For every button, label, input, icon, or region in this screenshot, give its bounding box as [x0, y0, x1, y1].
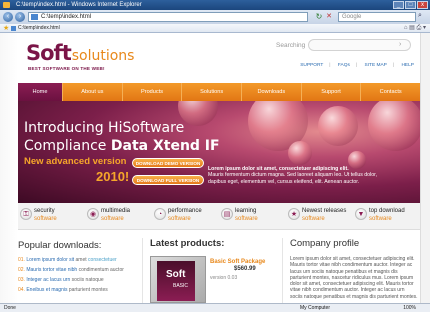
page-content: Softsolutions BEST SOFTWARE ON THE WEB! … — [0, 33, 430, 303]
company-heading: Company profile — [290, 238, 360, 249]
window-title: C:\temp\index.html - Windows Internet Ex… — [16, 2, 142, 8]
download-icon: ▼ — [355, 208, 367, 220]
latest-heading: Latest products: — [150, 238, 225, 249]
logo-main: Soft — [26, 41, 72, 65]
tab-page-icon — [11, 26, 16, 31]
address-bar[interactable]: C:\temp\index.html — [28, 12, 308, 22]
bubble-decoration — [288, 141, 312, 165]
bubble-decoration — [318, 106, 358, 146]
product-box-image[interactable]: Soft BASIC — [150, 256, 206, 303]
link-help[interactable]: HELP — [401, 63, 414, 68]
tab-bar: ★ C:\temp\index.html ⌂ ▤ ⎙ ▾ — [0, 24, 430, 33]
box-title: Soft — [166, 269, 186, 280]
latest-products: Latest products: Soft BASIC Basic Soft P… — [150, 230, 278, 303]
title-bar: C:\temp\index.html - Windows Internet Ex… — [0, 0, 430, 10]
feature-multimedia[interactable]: ◉ multimedia software — [85, 203, 152, 230]
column-divider — [142, 238, 143, 303]
search-icon[interactable]: ⌕ — [418, 12, 422, 20]
window-controls: _ □ x — [393, 1, 428, 9]
list-item[interactable]: 03. Integer ac lacus urn sociis natoque — [18, 277, 138, 283]
left-margin — [0, 33, 18, 303]
feature-security[interactable]: ⚿ security software — [18, 203, 85, 230]
favorites-star-icon[interactable]: ★ — [3, 24, 9, 33]
zoom-level[interactable]: 100% — [403, 304, 416, 312]
search-input[interactable]: Google — [338, 12, 416, 22]
menu-about-us[interactable]: About us — [62, 83, 122, 101]
download-full-button[interactable]: DOWNLOAD FULL VERSION — [132, 175, 204, 185]
forward-icon[interactable]: › — [15, 12, 25, 22]
menu-products[interactable]: Products — [121, 83, 182, 101]
globe-icon: ◉ — [87, 208, 99, 220]
security-zone: My Computer — [300, 305, 331, 311]
main-menu: Home About us Products Solutions Downloa… — [18, 83, 420, 101]
logo-sub: solutions — [71, 48, 135, 64]
feature-bar: ⚿ security software ◉ multimedia softwar… — [18, 203, 420, 230]
feature-newest-releases[interactable]: ★ Newest releases software — [286, 203, 353, 230]
star-icon: ★ — [288, 208, 300, 220]
search-label: Searching — [276, 42, 306, 49]
lock-icon: ⚿ — [20, 208, 32, 220]
popular-heading: Popular downloads: — [18, 240, 102, 251]
toolbar-icons[interactable]: ⌂ ▤ ⎙ ▾ — [404, 24, 426, 33]
tab-title[interactable]: C:\temp\index.html — [18, 25, 60, 31]
site-logo[interactable]: Softsolutions — [26, 41, 134, 65]
menu-home[interactable]: Home — [18, 83, 62, 101]
stop-icon[interactable]: ✕ — [324, 12, 334, 22]
banner-description: Lorem ipsum dolor sit amet, consectetuer… — [208, 166, 377, 185]
company-profile: Company profile Lorem ipsum dolor sit am… — [290, 230, 420, 303]
top-links: SUPPORT | FAQs | SITE MAP | HELP — [300, 63, 414, 68]
product-price: $560.99 — [234, 266, 256, 272]
banner-year: 2010! — [96, 169, 130, 184]
banner-subheading: New advanced version — [24, 156, 127, 167]
minimize-button[interactable]: _ — [393, 1, 404, 9]
hero-banner: Introducing HiSoftware Compliance Data X… — [18, 101, 420, 203]
search-go-icon[interactable]: › — [399, 41, 406, 49]
box-subtitle: BASIC — [173, 283, 189, 289]
tagline: BEST SOFTWARE ON THE WEB! — [28, 66, 105, 71]
list-item[interactable]: 01. Lorem ipsum dolor sit amet consectet… — [18, 257, 138, 263]
product-version: version 0.03 — [210, 275, 238, 281]
list-item[interactable]: 02. Mauris tortor vitae nibh condimentum… — [18, 267, 138, 273]
link-support[interactable]: SUPPORT — [300, 63, 323, 68]
status-text: Done — [4, 305, 16, 311]
close-button[interactable]: x — [417, 1, 428, 9]
ie-icon — [3, 2, 10, 8]
browser-window: C:\temp\index.html - Windows Internet Ex… — [0, 0, 430, 312]
back-icon[interactable]: ‹ — [3, 12, 13, 22]
page-icon — [31, 14, 38, 20]
product-name[interactable]: Basic Soft Package — [210, 259, 280, 266]
download-demo-button[interactable]: DOWNLOAD DEMO VERSION — [132, 158, 204, 168]
menu-solutions[interactable]: Solutions — [181, 83, 241, 101]
menu-contacts[interactable]: Contacts — [360, 83, 420, 101]
banner-heading-line1: Introducing HiSoftware — [24, 120, 185, 136]
vertical-scrollbar[interactable] — [420, 33, 430, 303]
navigation-bar: ‹ › C:\temp\index.html ↻ ✕ Google ⌕ — [0, 10, 430, 24]
book-icon: ▤ — [221, 208, 233, 220]
status-bar: Done My Computer 100% — [0, 303, 430, 312]
popular-downloads: Popular downloads: 01. Lorem ipsum dolor… — [18, 230, 138, 303]
link-faqs[interactable]: FAQs — [338, 63, 350, 68]
feature-learning[interactable]: ▤ learning software — [219, 203, 286, 230]
menu-support[interactable]: Support — [300, 83, 361, 101]
company-text: Lorem ipsum dolor sit amet, consectetuer… — [290, 256, 418, 300]
maximize-button[interactable]: □ — [405, 1, 416, 9]
banner-heading-line2: Compliance Data Xtend IF — [24, 138, 220, 154]
box-face: Soft BASIC — [157, 261, 195, 301]
column-divider — [282, 238, 283, 303]
refresh-icon[interactable]: ↻ — [314, 12, 324, 22]
feature-performance[interactable]: ◔ performance software — [152, 203, 219, 230]
link-site-map[interactable]: SITE MAP — [364, 63, 386, 68]
menu-downloads[interactable]: Downloads — [241, 83, 301, 101]
gauge-icon: ◔ — [154, 208, 166, 220]
site-header: Softsolutions BEST SOFTWARE ON THE WEB! … — [18, 33, 420, 85]
site-search-input[interactable]: › — [308, 39, 411, 51]
bubble-decoration — [368, 101, 420, 151]
feature-top-download[interactable]: ▼ top download software — [353, 203, 420, 230]
address-text: C:\temp\index.html — [41, 14, 92, 20]
list-item[interactable]: 04. Eneibus et magnis parturient montes — [18, 287, 138, 293]
